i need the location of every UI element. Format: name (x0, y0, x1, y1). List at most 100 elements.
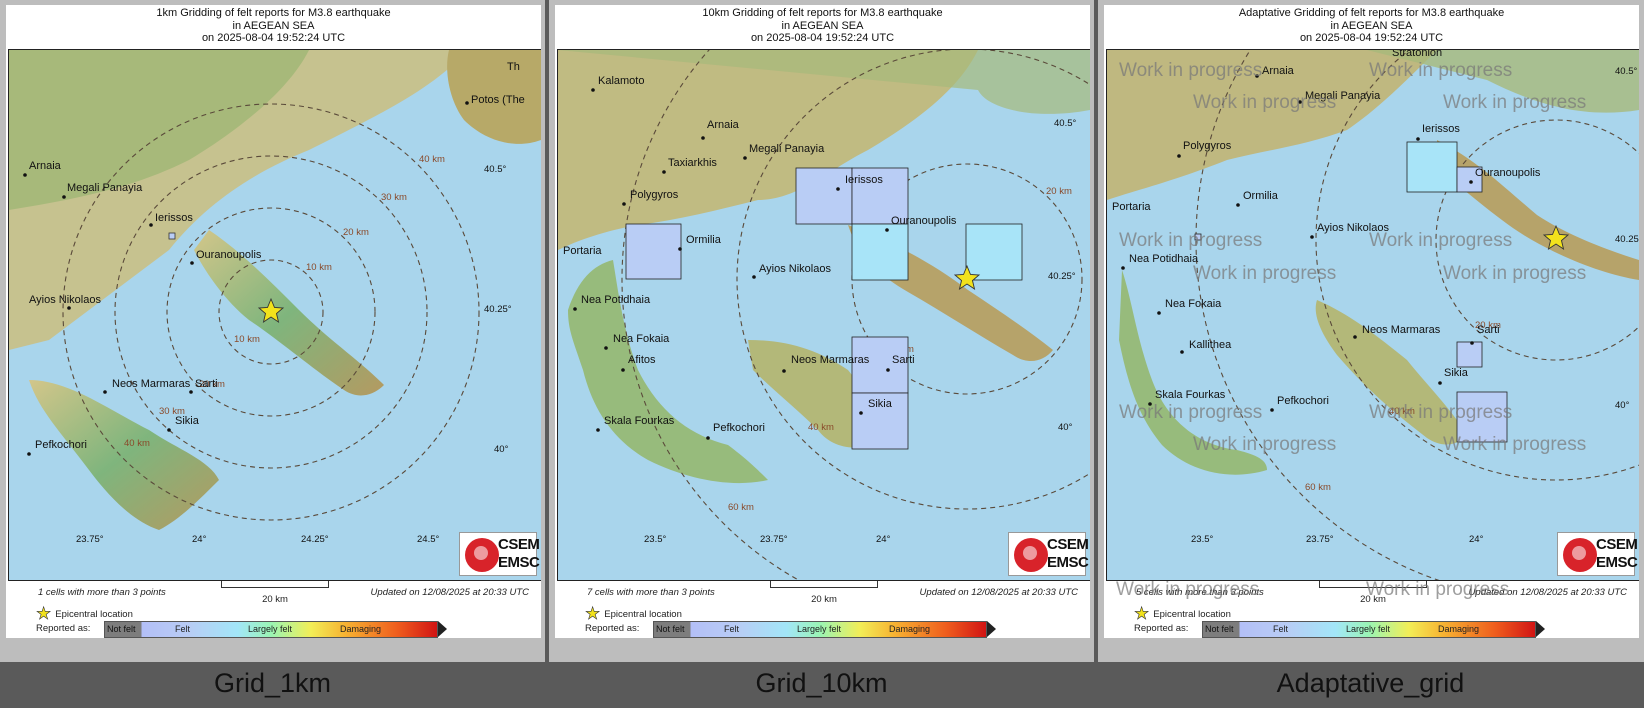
ring-label: 40 km (124, 438, 150, 449)
map-area[interactable]: 20 km 20 km 40 km 60 km Kalamoto Arna (557, 49, 1090, 581)
lat-tick: 40.5° (1054, 118, 1076, 129)
watermark: Work in progress (1369, 230, 1513, 251)
emsc-logo: CSEM EMSC (1557, 532, 1638, 576)
map-footer: 5 cells with more than 3 points 20 km Up… (1104, 579, 1639, 638)
place-label: Polygyros (1183, 140, 1232, 152)
panel-grid-10km: 10km Gridding of felt reports for M3.8 e… (549, 0, 1094, 698)
panel-adaptative-grid: Adaptative Gridding of felt reports for … (1098, 0, 1644, 698)
watermark: Work in progress (1443, 263, 1587, 284)
lat-tick: 40.25° (484, 304, 512, 315)
map-footer: 7 cells with more than 3 points 20 km Up… (555, 581, 1090, 638)
place-label: Pefkochori (1277, 395, 1329, 407)
place-label: Th (507, 61, 520, 73)
watermark: Work in progress (1443, 434, 1587, 455)
place-label: Portaria (1112, 201, 1151, 213)
place-label: Ierissos (155, 212, 193, 224)
ring-label: 60 km (728, 502, 754, 513)
place-label: Sarti (892, 354, 915, 366)
colorbar-label: Felt (724, 624, 740, 634)
place-label: Megali Panayia (67, 182, 143, 194)
place-label: Neos Marmaras (1362, 324, 1441, 336)
colorbar-label: Not felt (656, 624, 685, 634)
lon-tick: 24° (1469, 534, 1484, 545)
lat-tick: 40° (1058, 422, 1073, 433)
ring-label: 20 km (1046, 186, 1072, 197)
ring-label: 10 km (306, 262, 332, 273)
lon-tick: 23.75° (760, 534, 788, 545)
lat-tick: 40.25° (1048, 271, 1076, 282)
place-label: Megali Panayia (749, 143, 825, 155)
intensity-colorbar: Not felt Felt Largely felt Damaging (104, 621, 447, 638)
grid-cell (168, 232, 176, 240)
colorbar-label: Damaging (889, 624, 931, 634)
place-label: Ormilia (1243, 190, 1279, 202)
colorbar-label: Felt (175, 624, 191, 634)
watermark: Work in progress (1119, 60, 1263, 81)
map-sheet: 1km Gridding of felt reports for M3.8 ea… (6, 5, 541, 638)
emsc-logo: CSEM EMSC (1008, 532, 1089, 576)
place-label: Pefkochori (35, 439, 87, 451)
place-label: Ayios Nikolaos (759, 263, 831, 275)
map-area[interactable]: 20 km 40 km 60 km Stratonion Arnaia Mega… (1106, 49, 1639, 581)
place-label: Skala Fourkas (1155, 389, 1226, 401)
reported-as-label: Reported as: (36, 623, 91, 634)
lon-tick: 23.5° (1191, 534, 1213, 545)
grid-cell (625, 223, 682, 280)
colorbar-label: Largely felt (797, 624, 842, 634)
place-label: Kallithea (1189, 339, 1232, 351)
scale-label: 20 km (262, 594, 288, 605)
lat-tick: 40° (1615, 400, 1630, 411)
place-label: Polygyros (630, 189, 679, 201)
cells-note: 7 cells with more than 3 points (587, 587, 715, 598)
lat-tick: 40.25° (1615, 234, 1639, 245)
intensity-colorbar: Not felt Felt Largely felt Damaging (653, 621, 996, 638)
grid-cell (795, 167, 853, 225)
ring-label: 20 km (343, 227, 369, 238)
place-label: Sikia (1444, 367, 1469, 379)
scale-bar (221, 581, 329, 588)
place-label: Arnaia (707, 119, 740, 131)
place-label: Skala Fourkas (604, 415, 675, 427)
place-label: Nea Potidhaia (581, 294, 651, 306)
grid-cell (851, 223, 909, 281)
updated-note: Updated on 12/08/2025 at 20:33 UTC (919, 587, 1078, 598)
panel-caption: Grid_1km (213, 668, 332, 698)
watermark: Work in progress (1369, 402, 1513, 423)
place-label: Arnaia (29, 160, 62, 172)
place-label: Nea Potidhaia (1129, 253, 1199, 265)
place-label: Sikia (175, 415, 200, 427)
place-label: Ouranoupolis (196, 249, 262, 261)
lon-tick: 24.25° (301, 534, 329, 545)
lon-tick: 24° (192, 534, 207, 545)
place-label: Neos Marmaras (112, 378, 191, 390)
emsc-logo: CSEM EMSC (459, 532, 540, 576)
colorbar-label: Damaging (1438, 624, 1480, 634)
place-label: Taxiarkhis (668, 157, 717, 169)
colorbar-label: Damaging (340, 624, 382, 634)
place-label: Pefkochori (713, 422, 765, 434)
place-label: Ouranoupolis (891, 215, 957, 227)
watermark: Work in progress (1193, 263, 1337, 284)
colorbar-label: Felt (1273, 624, 1289, 634)
map-area[interactable]: 10 km 10 km 20 km 20 km 30 km 30 km 40 k… (8, 49, 541, 581)
map-title: Adaptative Gridding of felt reports for … (1238, 7, 1505, 44)
watermark: Work in progress (1116, 579, 1260, 600)
colorbar-label: Largely felt (1346, 624, 1391, 634)
map-title: 10km Gridding of felt reports for M3.8 e… (702, 7, 943, 44)
intensity-colorbar: Not felt Felt Largely felt Damaging (1202, 621, 1545, 638)
place-label: Ouranoupolis (1475, 167, 1541, 179)
place-label: Portaria (563, 245, 602, 257)
watermark: Work in progress (1369, 60, 1513, 81)
lat-tick: 40° (494, 444, 509, 455)
place-label: Neos Marmaras (791, 354, 870, 366)
lat-tick: 40.5° (484, 164, 506, 175)
grid-cell (1456, 341, 1483, 368)
place-label: Sarti (195, 378, 218, 390)
map-title: 1km Gridding of felt reports for M3.8 ea… (156, 7, 391, 44)
map-sheet: 10km Gridding of felt reports for M3.8 e… (555, 5, 1090, 638)
watermark: Work in progress (1193, 92, 1337, 113)
watermark: Work in progress (1119, 402, 1263, 423)
colorbar-label: Not felt (1205, 624, 1234, 634)
place-label: Afitos (628, 354, 656, 366)
grid-cell (965, 223, 1023, 281)
